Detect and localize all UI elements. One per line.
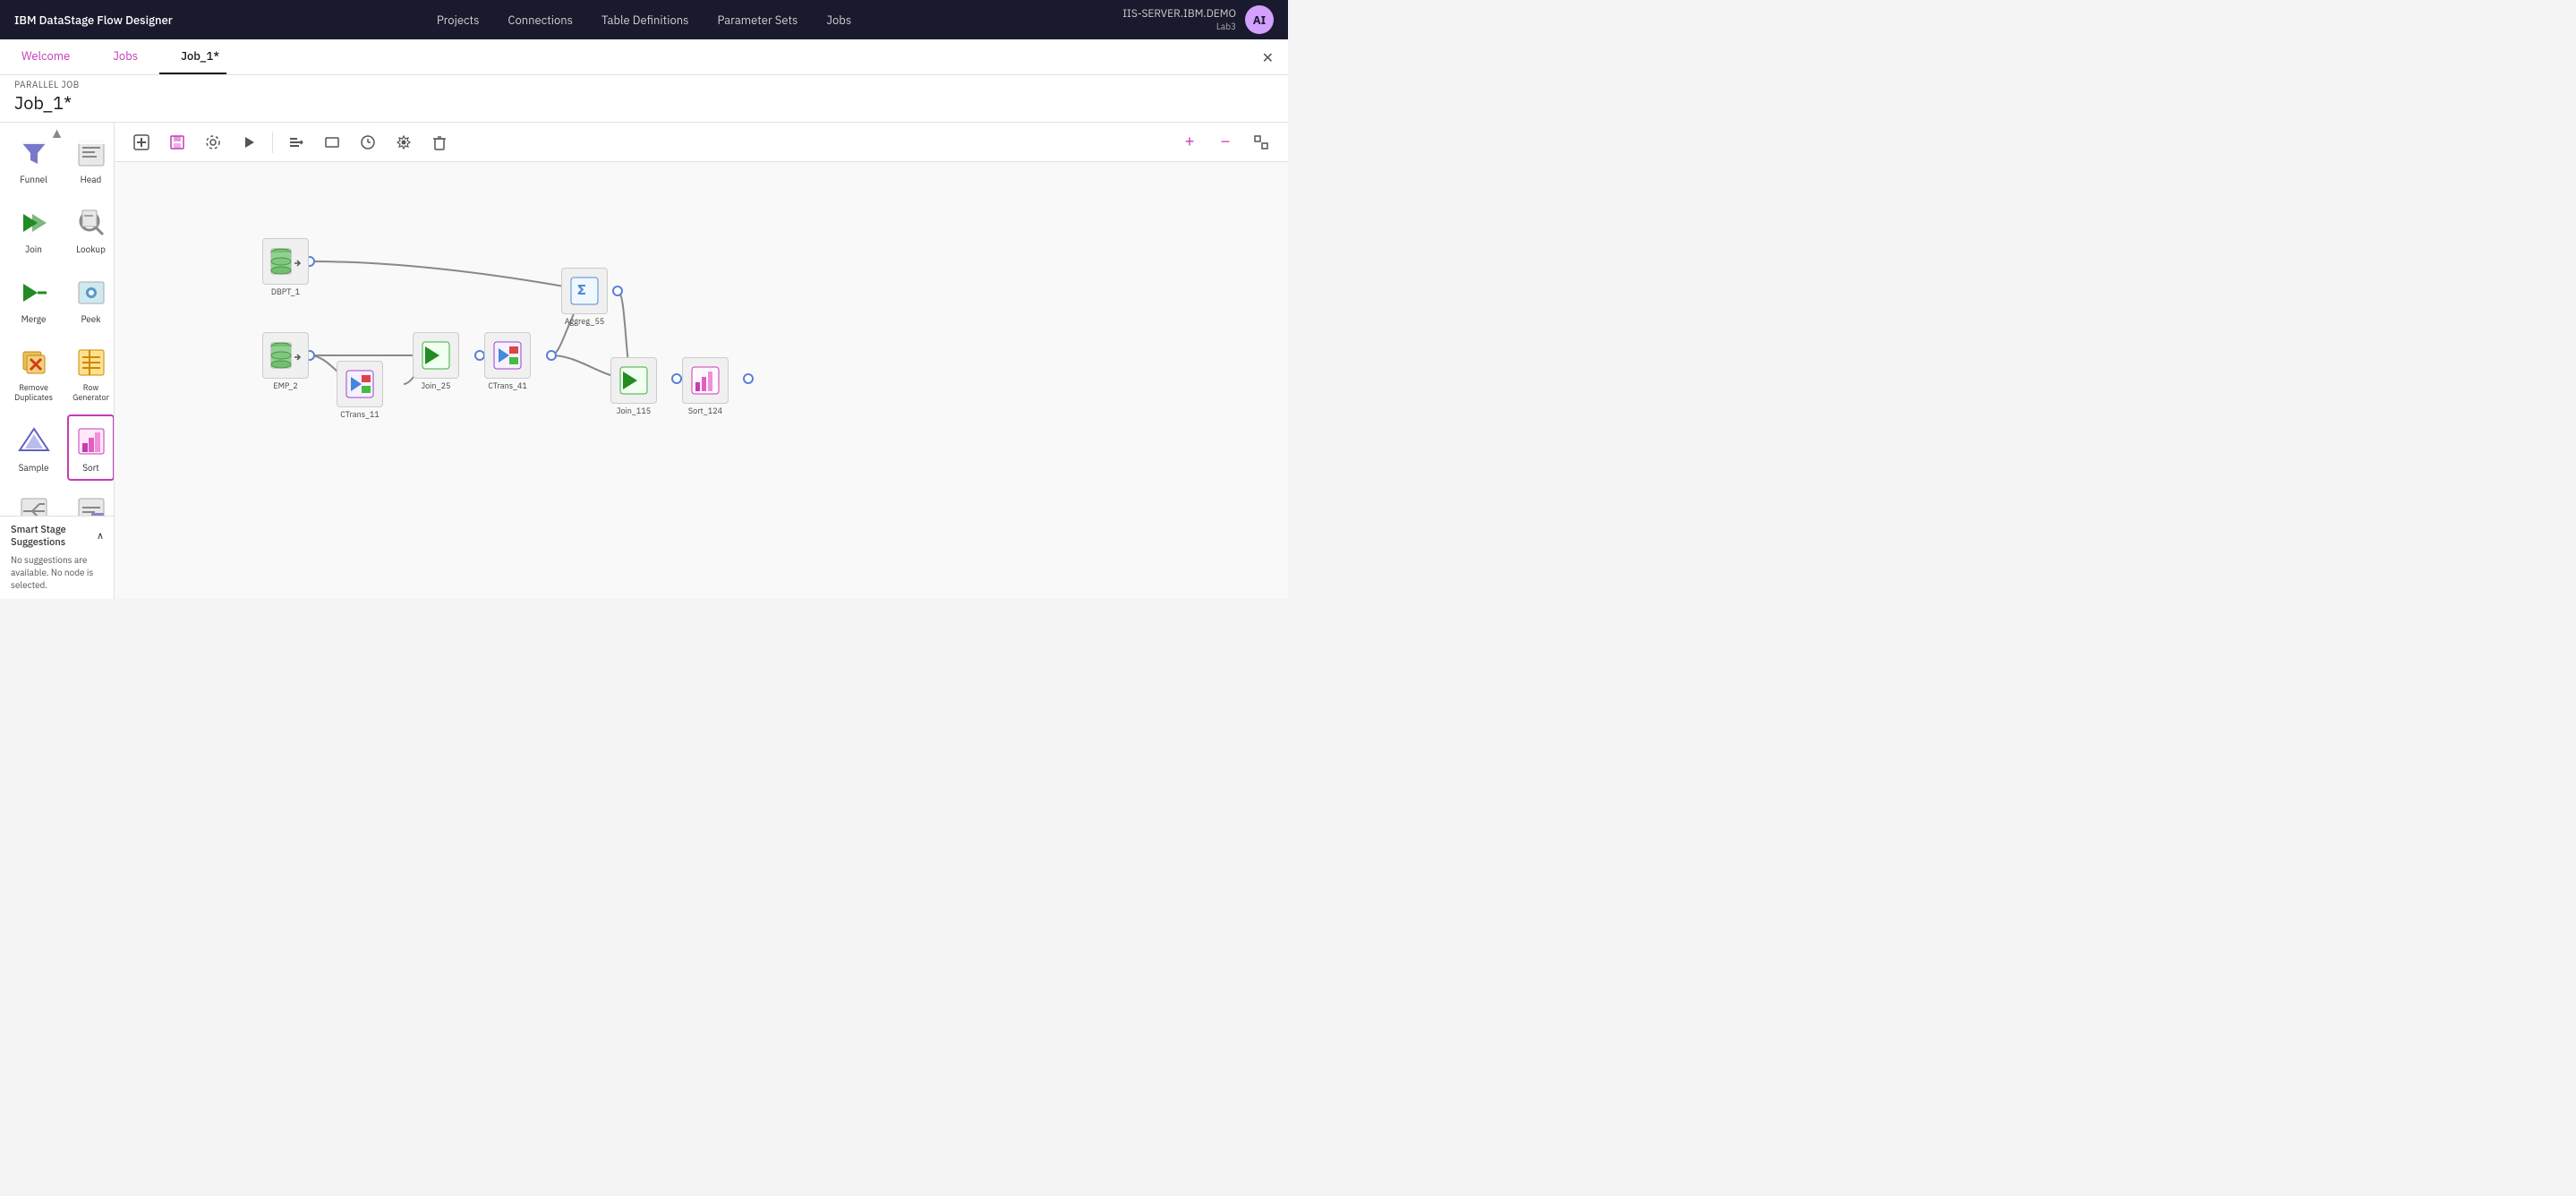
merge-icon [16, 275, 52, 311]
nav-projects[interactable]: Projects [437, 13, 480, 28]
sidebar-item-sample[interactable]: Sample [4, 414, 64, 481]
toolbar-preview-button[interactable] [316, 126, 348, 158]
peek-label: Peek [81, 314, 100, 325]
sidebar: ▲ Funnel [0, 123, 115, 599]
toolbar-run-button[interactable] [233, 126, 265, 158]
sample-icon [16, 423, 52, 459]
peek-icon [73, 275, 109, 311]
canvas-area: + − [115, 123, 1288, 599]
node-DBPT_1[interactable]: DBPT_1 [262, 238, 309, 297]
nav-jobs[interactable]: Jobs [826, 13, 851, 28]
nav-parameter-sets[interactable]: Parameter Sets [717, 13, 798, 28]
node-EMP_2[interactable]: EMP_2 [262, 332, 309, 391]
job-title: Job_1* [14, 90, 1274, 115]
node-label-CTrans_11: CTrans_11 [340, 410, 380, 420]
nav-table-definitions[interactable]: Table Definitions [601, 13, 688, 28]
toolbar-configure-button[interactable] [388, 126, 420, 158]
sidebar-scroll-up[interactable]: ▲ [0, 123, 114, 144]
top-navigation: IBM DataStage Flow Designer Projects Con… [0, 0, 1288, 39]
nav-connections[interactable]: Connections [508, 13, 573, 28]
app-brand: IBM DataStage Flow Designer [14, 13, 173, 28]
node-CTrans_41[interactable]: CTrans_41 [484, 332, 531, 391]
user-avatar[interactable]: AI [1245, 5, 1274, 34]
node-Join_25[interactable]: Join_25 [413, 332, 459, 391]
node-CTrans_11[interactable]: CTrans_11 [337, 361, 383, 420]
smart-stage-panel: Smart Stage Suggestions ∧ No suggestions… [0, 516, 115, 599]
sidebar-item-lookup[interactable]: Lookup [67, 196, 115, 262]
sample-label: Sample [19, 463, 49, 474]
toolbar-link-button[interactable] [280, 126, 312, 158]
tab-bar: Welcome Jobs Job_1* ✕ [0, 39, 1288, 75]
job-type-label: PARALLEL JOB [14, 79, 1274, 90]
node-label-Join_115: Join_115 [617, 406, 651, 416]
smart-stage-collapse-icon[interactable]: ∧ [97, 530, 104, 542]
sidebar-item-row-generator[interactable]: Row Generator [67, 336, 115, 411]
join-label: Join [25, 244, 42, 255]
toolbar-zoom-out-button[interactable]: − [1209, 126, 1241, 158]
smart-stage-title: Smart Stage Suggestions [11, 524, 97, 549]
remove-dup-icon [16, 345, 52, 380]
toolbar-add-button[interactable] [125, 126, 158, 158]
main-layout: ▲ Funnel [0, 123, 1288, 599]
lookup-label: Lookup [76, 244, 106, 255]
toolbar-schedule-button[interactable] [352, 126, 384, 158]
toolbar-zoom-in-button[interactable]: + [1173, 126, 1206, 158]
node-label-DBPT_1: DBPT_1 [271, 287, 300, 297]
node-label-Join_25: Join_25 [422, 381, 451, 391]
user-info: IIS-SERVER.IBM.DEMO Lab3 AI [1122, 5, 1274, 34]
sidebar-item-peek[interactable]: Peek [67, 266, 115, 332]
toolbar-settings-button[interactable] [197, 126, 229, 158]
job-header: PARALLEL JOB Job_1* [0, 75, 1288, 123]
sidebar-item-remove-duplicates[interactable]: Remove Duplicates [4, 336, 64, 411]
head-label: Head [81, 175, 102, 185]
node-Sort_124[interactable]: Sort_124 [682, 357, 729, 416]
merge-label: Merge [21, 314, 47, 325]
node-Join_115[interactable]: Join_115 [610, 357, 657, 416]
lookup-icon [73, 205, 109, 241]
toolbar-zoom-controls: + − [1173, 126, 1277, 158]
canvas-toolbar: + − [115, 123, 1288, 162]
node-label-Sort_124: Sort_124 [688, 406, 722, 416]
remove-dup-label: Remove Duplicates [9, 384, 58, 404]
node-label-Aggreg_55: Aggreg_55 [565, 317, 605, 327]
toolbar-save-button[interactable] [161, 126, 193, 158]
tab-jobs[interactable]: Jobs [91, 39, 159, 74]
user-name: IIS-SERVER.IBM.DEMO Lab3 [1122, 7, 1236, 32]
sidebar-item-sort[interactable]: Sort [67, 414, 115, 481]
svg-text:Σ: Σ [577, 281, 586, 299]
node-Aggreg_55[interactable]: Σ Aggreg_55 [561, 268, 608, 327]
node-label-CTrans_41: CTrans_41 [488, 381, 527, 391]
smart-stage-header[interactable]: Smart Stage Suggestions ∧ [11, 524, 104, 549]
sort-icon [73, 423, 109, 459]
sidebar-item-merge[interactable]: Merge [4, 266, 64, 332]
join-icon [16, 205, 52, 241]
row-gen-label: Row Generator [73, 384, 109, 404]
tab-close-button[interactable]: ✕ [1248, 42, 1288, 74]
nav-links: Projects Connections Table Definitions P… [437, 13, 851, 28]
smart-stage-content: No suggestions are available. No node is… [11, 554, 104, 592]
funnel-label: Funnel [20, 175, 47, 185]
tab-job1[interactable]: Job_1* [159, 39, 226, 74]
toolbar-fit-button[interactable] [1245, 126, 1277, 158]
row-gen-icon [73, 345, 109, 380]
toolbar-separator-1 [272, 132, 273, 153]
sidebar-item-join[interactable]: Join [4, 196, 64, 262]
sort-label: Sort [82, 463, 99, 474]
tab-welcome[interactable]: Welcome [0, 39, 91, 74]
flow-canvas[interactable]: DBPT_1 EMP_2 [115, 162, 1288, 599]
node-label-EMP_2: EMP_2 [273, 381, 297, 391]
toolbar-delete-button[interactable] [423, 126, 456, 158]
